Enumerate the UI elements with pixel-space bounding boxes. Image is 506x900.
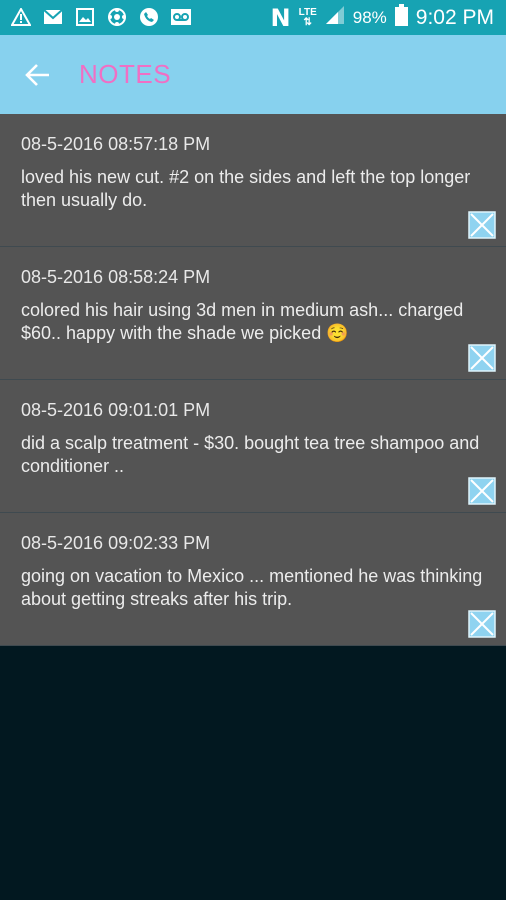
note-item[interactable]: 08-5-2016 09:01:01 PM did a scalp treatm… [0, 380, 506, 513]
network-type: LTE ⇅ [298, 7, 317, 28]
system-indicators: N LTE ⇅ 98% 9:02 PM [270, 4, 494, 32]
note-timestamp: 08-5-2016 09:02:33 PM [21, 533, 211, 553]
note-timestamp: 08-5-2016 08:57:18 PM [21, 134, 211, 154]
sync-icon [106, 6, 128, 28]
note-text: did a scalp treatment - $30. bought tea … [21, 433, 480, 476]
battery-percent: 98% [352, 8, 387, 27]
note-timestamp: 08-5-2016 08:58:24 PM [21, 267, 211, 287]
note-text: loved his new cut. #2 on the sides and l… [21, 167, 471, 210]
status-bar: N LTE ⇅ 98% 9:02 PM [0, 0, 506, 35]
carrier-n-icon: N [270, 4, 291, 32]
delete-note-icon[interactable] [468, 610, 496, 638]
voicemail-icon [170, 6, 192, 28]
app-bar: NOTES [0, 35, 506, 114]
signal-icon [325, 5, 345, 31]
delete-note-icon[interactable] [468, 211, 496, 239]
delete-note-icon[interactable] [468, 477, 496, 505]
note-text: colored his hair using 3d men in medium … [21, 300, 464, 343]
arrow-left-icon [25, 64, 49, 86]
note-item[interactable]: 08-5-2016 08:58:24 PM colored his hair u… [0, 247, 506, 380]
notes-list: 08-5-2016 08:57:18 PM loved his new cut.… [0, 114, 506, 646]
back-button[interactable] [20, 57, 56, 93]
note-item[interactable]: 08-5-2016 09:02:33 PM going on vacation … [0, 513, 506, 646]
notification-icons [10, 6, 192, 28]
warning-icon [10, 6, 32, 28]
delete-note-icon[interactable] [468, 344, 496, 372]
phone-icon [138, 6, 160, 28]
battery-icon [394, 4, 408, 32]
note-text: going on vacation to Mexico ... mentione… [21, 566, 483, 609]
note-item[interactable]: 08-5-2016 08:57:18 PM loved his new cut.… [0, 114, 506, 247]
image-icon [74, 6, 96, 28]
page-title: NOTES [79, 59, 172, 89]
mail-icon [42, 6, 64, 28]
clock: 9:02 PM [415, 6, 494, 29]
note-timestamp: 08-5-2016 09:01:01 PM [21, 400, 211, 420]
